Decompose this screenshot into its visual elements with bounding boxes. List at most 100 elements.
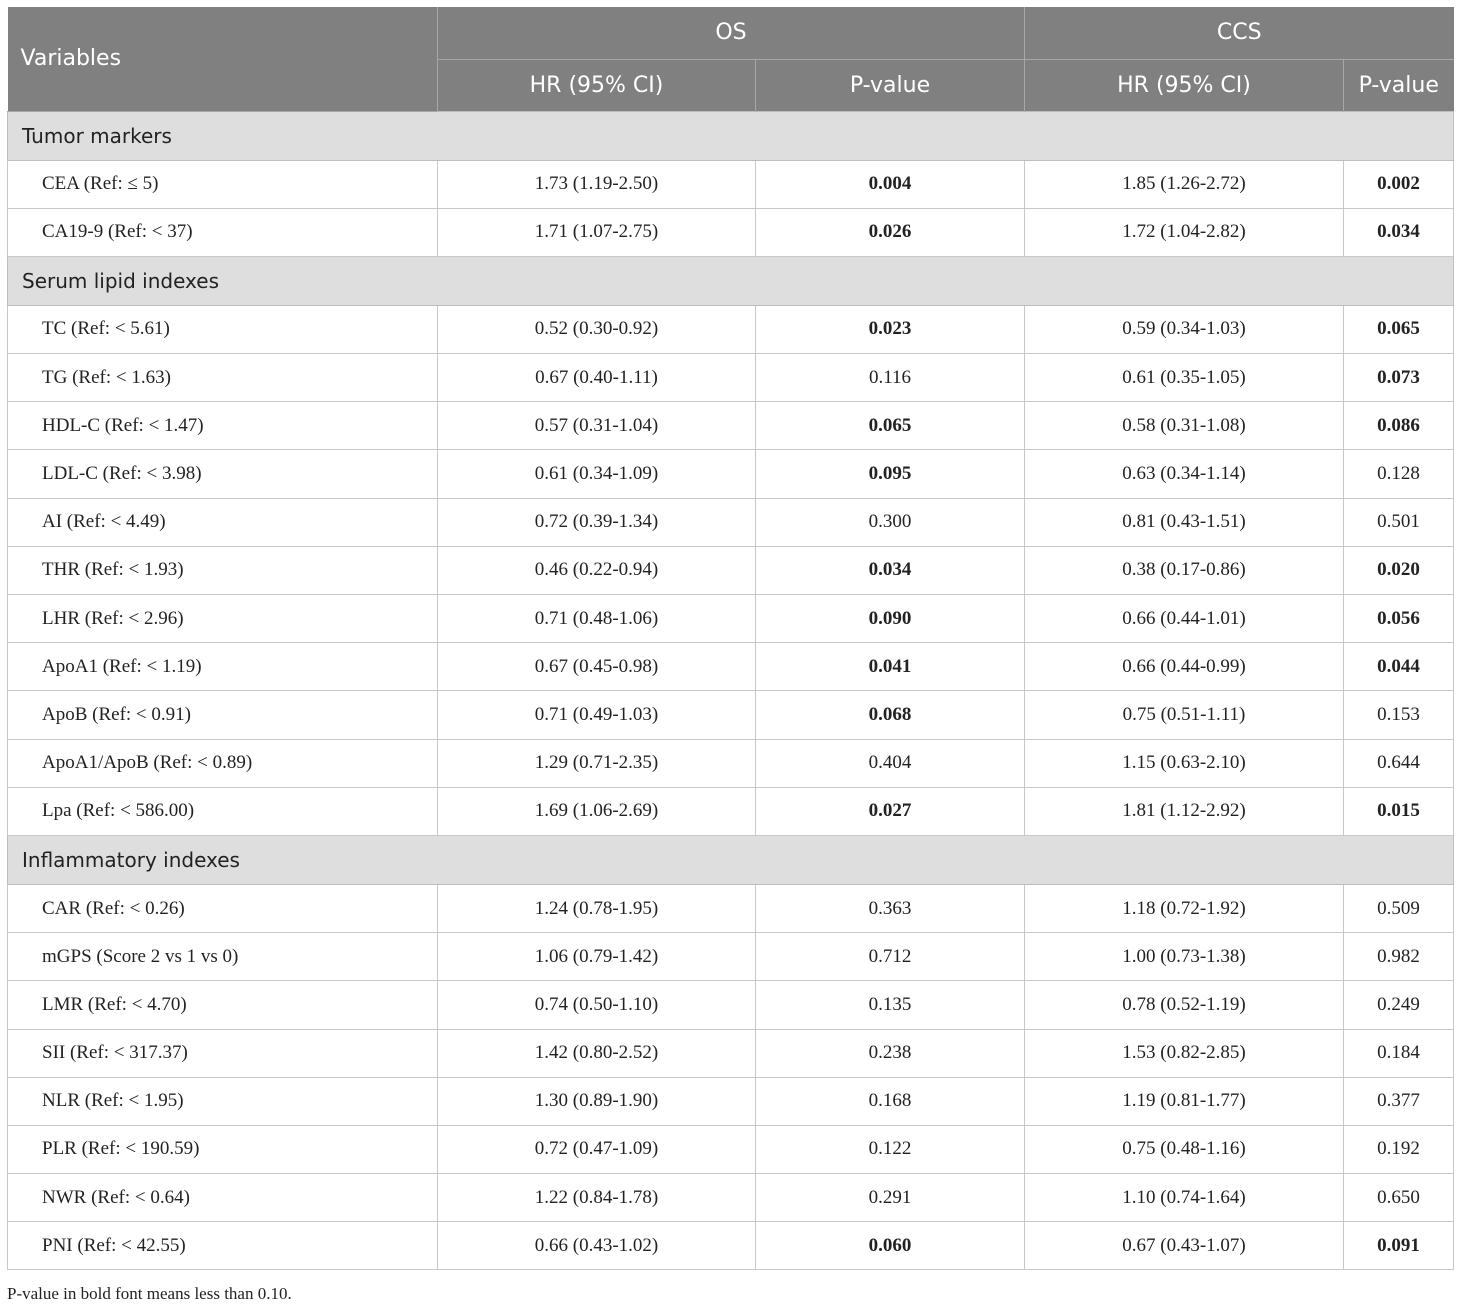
os-pvalue-cell: 0.116 [755, 353, 1025, 403]
ccs-pvalue-cell: 0.650 [1343, 1173, 1454, 1223]
ccs-hr-cell: 0.66 (0.44-1.01) [1024, 593, 1344, 644]
os-hr-cell: 0.74 (0.50-1.10) [437, 980, 756, 1030]
os-hr-cell: 1.06 (0.79-1.42) [437, 932, 756, 982]
header-variables: Variables [7, 7, 438, 112]
variable-cell: CEA (Ref: ≤ 5) [7, 159, 438, 209]
os-pvalue-cell: 0.122 [755, 1124, 1025, 1175]
ccs-pvalue-cell: 0.044 [1343, 642, 1454, 692]
variable-cell: ApoA1 (Ref: < 1.19) [7, 642, 438, 692]
ccs-pvalue-cell: 0.086 [1343, 401, 1454, 451]
table-row: HDL-C (Ref: < 1.47) 0.57 (0.31-1.04) 0.065… [7, 401, 1454, 451]
table-row: AI (Ref: < 4.49) 0.72 (0.39-1.34) 0.300 0.8… [7, 497, 1454, 547]
os-pvalue-cell: 0.041 [755, 642, 1025, 692]
os-pvalue-cell: 0.300 [755, 497, 1025, 547]
os-hr-cell: 1.69 (1.06-2.69) [437, 786, 756, 836]
ccs-pvalue-cell: 0.128 [1343, 449, 1454, 499]
table-row: SII (Ref: < 317.37) 1.42 (0.80-2.52) 0.238… [7, 1028, 1454, 1078]
ccs-pvalue-cell: 0.982 [1343, 932, 1454, 982]
ccs-pvalue-cell: 0.034 [1343, 207, 1454, 257]
header-ccs-hr: HR (95% CI) [1024, 59, 1344, 111]
os-pvalue-cell: 0.168 [755, 1076, 1025, 1126]
table-row: ApoB (Ref: < 0.91) 0.71 (0.49-1.03) 0.068 0… [7, 690, 1454, 740]
header-os-pvalue: P-value [755, 59, 1025, 111]
ccs-pvalue-cell: 0.501 [1343, 497, 1454, 547]
os-hr-cell: 0.46 (0.22-0.94) [437, 545, 756, 596]
os-pvalue-cell: 0.090 [755, 593, 1025, 644]
ccs-pvalue-cell: 0.192 [1343, 1124, 1454, 1175]
variable-cell: Lpa (Ref: < 586.00) [7, 786, 438, 836]
ccs-pvalue-cell: 0.015 [1343, 786, 1454, 836]
os-hr-cell: 1.71 (1.07-2.75) [437, 207, 756, 257]
variable-cell: SII (Ref: < 317.37) [7, 1028, 438, 1078]
variable-cell: AI (Ref: < 4.49) [7, 497, 438, 547]
os-hr-cell: 0.72 (0.47-1.09) [437, 1124, 756, 1175]
os-hr-cell: 0.67 (0.45-0.98) [437, 642, 756, 692]
ccs-hr-cell: 0.67 (0.43-1.07) [1024, 1221, 1344, 1271]
os-pvalue-cell: 0.712 [755, 932, 1025, 982]
os-hr-cell: 1.30 (0.89-1.90) [437, 1076, 756, 1126]
ccs-pvalue-cell: 0.065 [1343, 304, 1454, 355]
os-pvalue-cell: 0.026 [755, 207, 1025, 257]
ccs-hr-cell: 0.78 (0.52-1.19) [1024, 980, 1344, 1030]
table-footnote: P-value in bold font means less than 0.1… [7, 1284, 292, 1303]
os-pvalue-cell: 0.065 [755, 401, 1025, 451]
variable-cell: NWR (Ref: < 0.64) [7, 1173, 438, 1223]
variable-cell: TG (Ref: < 1.63) [7, 353, 438, 403]
table-row: CEA (Ref: ≤ 5) 1.73 (1.19-2.50) 0.004 1.85 … [7, 159, 1454, 209]
variable-cell: mGPS (Score 2 vs 1 vs 0) [7, 932, 438, 982]
header-ccs: CCS [1024, 7, 1454, 60]
table-row: THR (Ref: < 1.93) 0.46 (0.22-0.94) 0.034 0.… [7, 545, 1454, 596]
ccs-pvalue-cell: 0.091 [1343, 1221, 1454, 1271]
os-hr-cell: 0.61 (0.34-1.09) [437, 449, 756, 499]
os-pvalue-cell: 0.068 [755, 690, 1025, 740]
section-row: Inflammatory indexes [7, 834, 1454, 885]
variable-cell: CAR (Ref: < 0.26) [7, 883, 438, 934]
variable-cell: NLR (Ref: < 1.95) [7, 1076, 438, 1126]
os-hr-cell: 0.71 (0.48-1.06) [437, 593, 756, 644]
ccs-pvalue-cell: 0.020 [1343, 545, 1454, 596]
os-hr-cell: 0.52 (0.30-0.92) [437, 304, 756, 355]
variable-cell: LDL-C (Ref: < 3.98) [7, 449, 438, 499]
os-pvalue-cell: 0.034 [755, 545, 1025, 596]
ccs-pvalue-cell: 0.073 [1343, 353, 1454, 403]
ccs-hr-cell: 0.38 (0.17-0.86) [1024, 545, 1344, 596]
os-pvalue-cell: 0.404 [755, 738, 1025, 788]
variable-cell: LMR (Ref: < 4.70) [7, 980, 438, 1030]
variable-cell: ApoA1/ApoB (Ref: < 0.89) [7, 738, 438, 788]
section-title: Serum lipid indexes [7, 255, 1454, 306]
table-row: CAR (Ref: < 0.26) 1.24 (0.78-1.95) 0.363 1.… [7, 883, 1454, 934]
os-pvalue-cell: 0.004 [755, 159, 1025, 209]
table-row: TG (Ref: < 1.63) 0.67 (0.40-1.11) 0.116 0.6… [7, 353, 1454, 403]
results-table: Variables OS CCS HR (95% CI) P-value HR … [7, 7, 1454, 1271]
ccs-hr-cell: 1.15 (0.63-2.10) [1024, 738, 1344, 788]
table-row: PNI (Ref: < 42.55) 0.66 (0.43-1.02) 0.060 0… [7, 1221, 1454, 1271]
section-row: Serum lipid indexes [7, 255, 1454, 306]
variable-cell: ApoB (Ref: < 0.91) [7, 690, 438, 740]
variable-cell: PLR (Ref: < 190.59) [7, 1124, 438, 1175]
table-body: Tumor markers CEA (Ref: ≤ 5) 1.73 (1.19-2.… [7, 110, 1454, 1271]
ccs-pvalue-cell: 0.377 [1343, 1076, 1454, 1126]
os-pvalue-cell: 0.023 [755, 304, 1025, 355]
ccs-hr-cell: 0.63 (0.34-1.14) [1024, 449, 1344, 499]
os-hr-cell: 1.22 (0.84-1.78) [437, 1173, 756, 1223]
table-row: LMR (Ref: < 4.70) 0.74 (0.50-1.10) 0.135 0.… [7, 980, 1454, 1030]
os-hr-cell: 0.57 (0.31-1.04) [437, 401, 756, 451]
os-hr-cell: 0.72 (0.39-1.34) [437, 497, 756, 547]
section-title: Tumor markers [7, 110, 1454, 161]
ccs-hr-cell: 0.81 (0.43-1.51) [1024, 497, 1344, 547]
ccs-pvalue-cell: 0.644 [1343, 738, 1454, 788]
os-hr-cell: 1.42 (0.80-2.52) [437, 1028, 756, 1078]
table-row: LHR (Ref: < 2.96) 0.71 (0.48-1.06) 0.090 0.… [7, 593, 1454, 644]
table-row: PLR (Ref: < 190.59) 0.72 (0.47-1.09) 0.122… [7, 1124, 1454, 1175]
table-row: NLR (Ref: < 1.95) 1.30 (0.89-1.90) 0.168 1.… [7, 1076, 1454, 1126]
ccs-hr-cell: 1.72 (1.04-2.82) [1024, 207, 1344, 257]
ccs-pvalue-cell: 0.509 [1343, 883, 1454, 934]
ccs-hr-cell: 1.00 (0.73-1.38) [1024, 932, 1344, 982]
ccs-hr-cell: 1.10 (0.74-1.64) [1024, 1173, 1344, 1223]
ccs-pvalue-cell: 0.184 [1343, 1028, 1454, 1078]
ccs-hr-cell: 0.58 (0.31-1.08) [1024, 401, 1344, 451]
os-hr-cell: 1.24 (0.78-1.95) [437, 883, 756, 934]
ccs-hr-cell: 1.81 (1.12-2.92) [1024, 786, 1344, 836]
ccs-hr-cell: 0.75 (0.48-1.16) [1024, 1124, 1344, 1175]
header-os-hr: HR (95% CI) [437, 59, 756, 111]
